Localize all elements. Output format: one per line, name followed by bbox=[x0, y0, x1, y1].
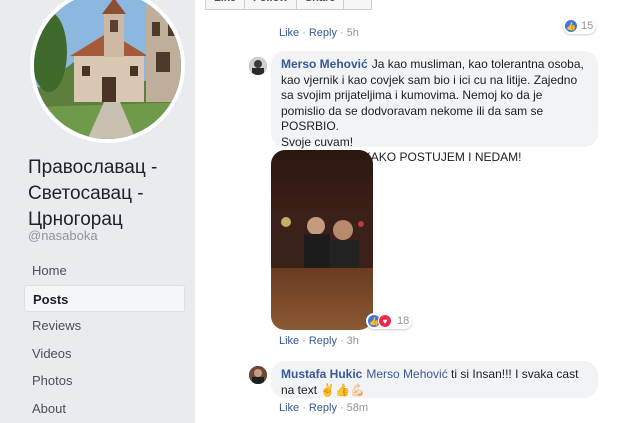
nav-item-reviews[interactable]: Reviews bbox=[24, 312, 185, 339]
avatar[interactable] bbox=[249, 57, 267, 75]
share-page-button[interactable]: Share bbox=[295, 0, 345, 10]
church-photo bbox=[34, 0, 181, 139]
nav-item-about[interactable]: About bbox=[24, 395, 185, 422]
comment-author[interactable]: Mustafa Hukic bbox=[281, 367, 362, 381]
comment-like-link[interactable]: Like bbox=[279, 335, 299, 347]
like-page-button[interactable]: Like bbox=[205, 0, 246, 10]
comment-reply-link[interactable]: Reply bbox=[309, 335, 337, 347]
photo-content bbox=[271, 212, 373, 268]
reaction-count: 15 bbox=[581, 20, 594, 32]
comment-bubble: Merso Mehović Ja kao musliman, kao tolera… bbox=[271, 51, 598, 164]
comment-reactions[interactable]: 👍 15 bbox=[563, 18, 597, 34]
post-action-bar: Like Follow Share ··· bbox=[205, 0, 373, 10]
comment-reply-link[interactable]: Reply bbox=[309, 27, 337, 39]
page-profile-picture[interactable] bbox=[30, 0, 185, 143]
page-nav: Home Posts Reviews Videos Photos About bbox=[24, 257, 185, 422]
comment-author[interactable]: Merso Mehović bbox=[281, 57, 368, 71]
user-photo-icon bbox=[249, 366, 267, 384]
nav-item-photos[interactable]: Photos bbox=[24, 367, 185, 394]
comment-bubble: Mustafa Hukic Merso Mehović ti si Insan!!… bbox=[271, 361, 598, 398]
page-handle[interactable]: @nasaboka bbox=[28, 228, 98, 243]
like-reaction-icon: 👍 bbox=[564, 19, 578, 33]
more-label: ··· bbox=[352, 0, 363, 9]
comment-actions: Like · Reply · 3h bbox=[279, 335, 359, 347]
reaction-count: 18 bbox=[397, 315, 410, 327]
user-photo-icon bbox=[249, 57, 267, 75]
nav-item-home[interactable]: Home bbox=[24, 257, 185, 284]
more-options-button[interactable]: ··· bbox=[343, 0, 373, 10]
avatar[interactable] bbox=[249, 366, 267, 384]
selfie-image bbox=[271, 212, 373, 268]
comment-timestamp[interactable]: 5h bbox=[347, 27, 359, 39]
page-sidebar: Православац - Светосавац - Црногорац @na… bbox=[0, 0, 195, 423]
comment-timestamp[interactable]: 58m bbox=[347, 402, 368, 414]
page-title[interactable]: Православац - Светосавац - Црногорац bbox=[28, 155, 193, 233]
love-reaction-icon: ♥ bbox=[378, 314, 392, 328]
comment-timestamp[interactable]: 3h bbox=[347, 335, 359, 347]
comment-mention[interactable]: Merso Mehović bbox=[366, 367, 447, 381]
comment-actions: Like · Reply · 5h bbox=[279, 27, 359, 39]
follow-page-button[interactable]: Follow bbox=[244, 0, 297, 10]
like-label: Like bbox=[214, 0, 236, 9]
comment-reply-link[interactable]: Reply bbox=[309, 402, 337, 414]
comment-like-link[interactable]: Like bbox=[279, 27, 299, 39]
comment-actions: Like · Reply · 58m bbox=[279, 402, 369, 414]
follow-label: Follow bbox=[253, 0, 288, 9]
nav-item-posts[interactable]: Posts bbox=[24, 284, 185, 312]
comment-reactions[interactable]: 👍 ♥ 18 bbox=[366, 313, 413, 329]
share-label: Share bbox=[305, 0, 336, 9]
nav-item-videos[interactable]: Videos bbox=[24, 340, 185, 367]
comment-like-link[interactable]: Like bbox=[279, 402, 299, 414]
comment-attached-photo[interactable] bbox=[271, 150, 373, 330]
